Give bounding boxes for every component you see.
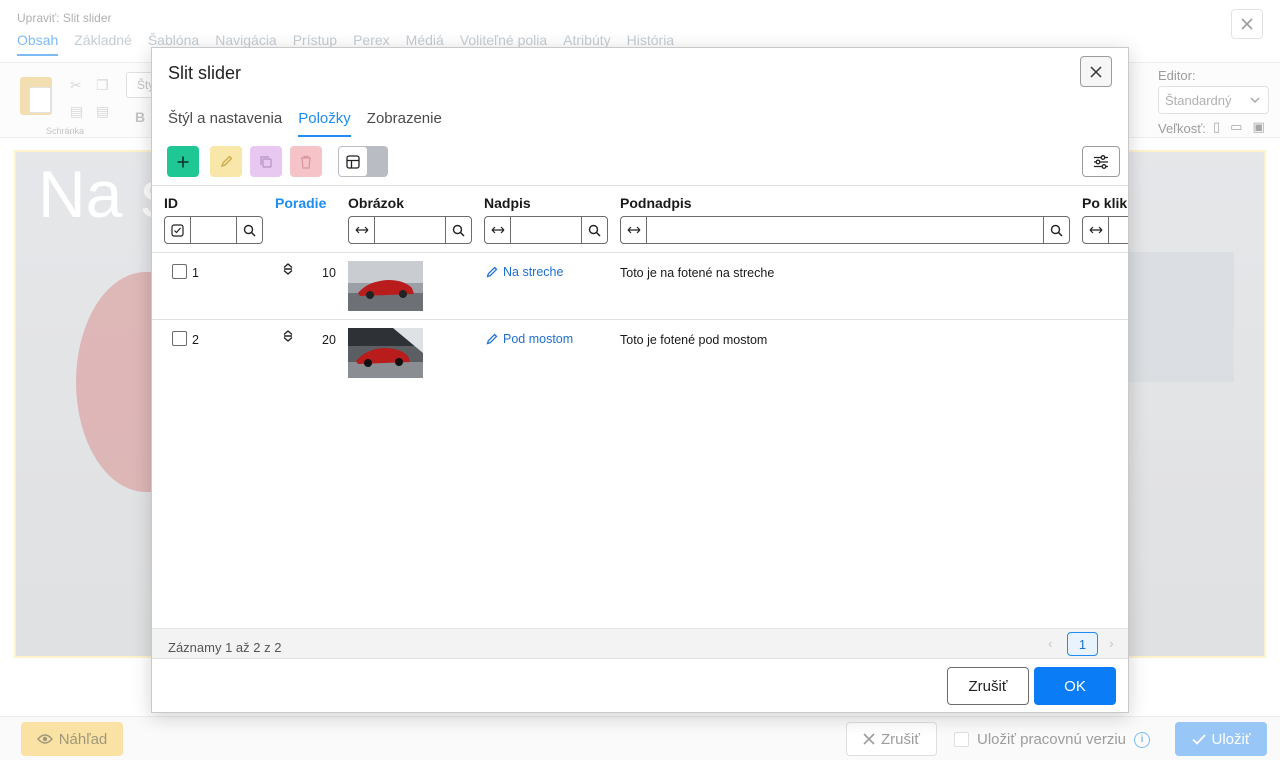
col-header-subheading[interactable]: Podnadpis: [620, 195, 692, 211]
col-header-on-click[interactable]: Po klikn: [1082, 195, 1128, 211]
col-header-order[interactable]: Poradie: [275, 195, 326, 211]
subheading-filter: [620, 216, 1070, 244]
search-icon: [1050, 224, 1063, 237]
image-filter-search[interactable]: [445, 217, 471, 243]
subheading-filter-mode[interactable]: [621, 217, 647, 243]
expand-icon: [355, 226, 368, 234]
row-heading-label: Na streche: [503, 265, 564, 279]
row-heading-link[interactable]: Na streche: [486, 265, 563, 279]
col-header-image[interactable]: Obrázok: [348, 195, 404, 211]
pencil-icon: [486, 333, 498, 345]
table-icon: [346, 154, 360, 169]
dialog-title: Slit slider: [168, 63, 242, 83]
col-header-heading[interactable]: Nadpis: [484, 195, 531, 211]
id-filter: [164, 216, 263, 244]
table-footer: Záznamy 1 až 2 z 2 ‹ 1 ›: [152, 628, 1128, 658]
prev-page-icon[interactable]: ‹: [1048, 635, 1053, 651]
records-info: Záznamy 1 až 2 z 2: [168, 640, 282, 655]
tab-zobrazenie[interactable]: Zobrazenie: [367, 110, 442, 137]
column-toggle[interactable]: [338, 146, 388, 177]
add-item-button[interactable]: [167, 146, 199, 177]
car-thumbnail-icon: [348, 328, 423, 378]
row-id: 1: [192, 266, 199, 280]
row-heading-link[interactable]: Pod mostom: [486, 332, 573, 346]
next-page-icon[interactable]: ›: [1109, 635, 1114, 651]
heading-filter: [484, 216, 608, 244]
heading-filter-search[interactable]: [581, 217, 607, 243]
dialog-actions: Zrušiť OK: [152, 658, 1128, 712]
row-subheading: Toto je na fotené na streche: [620, 266, 775, 280]
items-table: ID Poradie Obrázok Nadpis Podnadpis Po k…: [152, 185, 1128, 628]
duplicate-icon: [260, 155, 272, 168]
expand-icon: [627, 226, 640, 234]
edit-item-button[interactable]: [210, 146, 242, 177]
trash-icon: [301, 155, 311, 169]
plus-icon: [177, 156, 189, 167]
image-filter: [348, 216, 472, 244]
select-all-checkbox[interactable]: [165, 217, 191, 243]
sort-icon[interactable]: [283, 263, 293, 275]
search-icon: [243, 224, 256, 237]
row-heading-label: Pod mostom: [503, 332, 574, 346]
table-view-button[interactable]: [339, 147, 367, 176]
row-checkbox[interactable]: [172, 331, 187, 346]
dialog-close-button[interactable]: [1080, 56, 1112, 87]
dialog-ok-button[interactable]: OK: [1034, 667, 1116, 705]
on-click-filter-input[interactable]: [1109, 217, 1128, 243]
close-icon: [1090, 65, 1102, 78]
image-filter-mode[interactable]: [349, 217, 375, 243]
heading-filter-input[interactable]: [511, 217, 581, 243]
col-header-id[interactable]: ID: [164, 195, 178, 211]
expand-icon: [491, 226, 504, 234]
image-filter-input[interactable]: [375, 217, 445, 243]
id-filter-search[interactable]: [236, 217, 262, 243]
on-click-filter-mode[interactable]: [1083, 217, 1109, 243]
on-click-filter: [1082, 216, 1128, 244]
subheading-filter-search[interactable]: [1043, 217, 1069, 243]
car-thumbnail-icon: [348, 261, 423, 311]
row-image-thumbnail[interactable]: [348, 328, 423, 378]
row-order: 10: [322, 266, 336, 280]
sort-icon[interactable]: [283, 330, 293, 342]
duplicate-item-button[interactable]: [250, 146, 282, 177]
page-number-button[interactable]: 1: [1067, 632, 1098, 656]
dialog-cancel-button[interactable]: Zrušiť: [947, 667, 1029, 705]
row-id: 2: [192, 333, 199, 347]
sliders-icon: [1094, 154, 1108, 169]
row-subheading: Toto je fotené pod mostom: [620, 333, 768, 347]
row-order: 20: [322, 333, 336, 347]
tab-styl-a-nastavenia[interactable]: Štýl a nastavenia: [168, 110, 282, 137]
row-divider: [152, 319, 1128, 320]
expand-icon: [1089, 226, 1102, 234]
id-filter-input[interactable]: [191, 217, 236, 243]
header-divider: [152, 252, 1128, 253]
search-icon: [588, 224, 601, 237]
tab-polozky[interactable]: Položky: [298, 110, 351, 137]
checkbox-icon: [171, 223, 184, 237]
row-checkbox[interactable]: [172, 264, 187, 279]
delete-item-button[interactable]: [290, 146, 322, 177]
slit-slider-dialog: Slit slider Štýl a nastavenia Položky Zo…: [151, 47, 1129, 713]
pencil-icon: [486, 266, 498, 278]
dialog-tabs: Štýl a nastavenia Položky Zobrazenie: [168, 110, 442, 137]
subheading-filter-input[interactable]: [647, 217, 1043, 243]
pencil-icon: [220, 155, 232, 168]
search-icon: [452, 224, 465, 237]
table-settings-button[interactable]: [1082, 146, 1120, 177]
row-image-thumbnail[interactable]: [348, 261, 423, 311]
heading-filter-mode[interactable]: [485, 217, 511, 243]
